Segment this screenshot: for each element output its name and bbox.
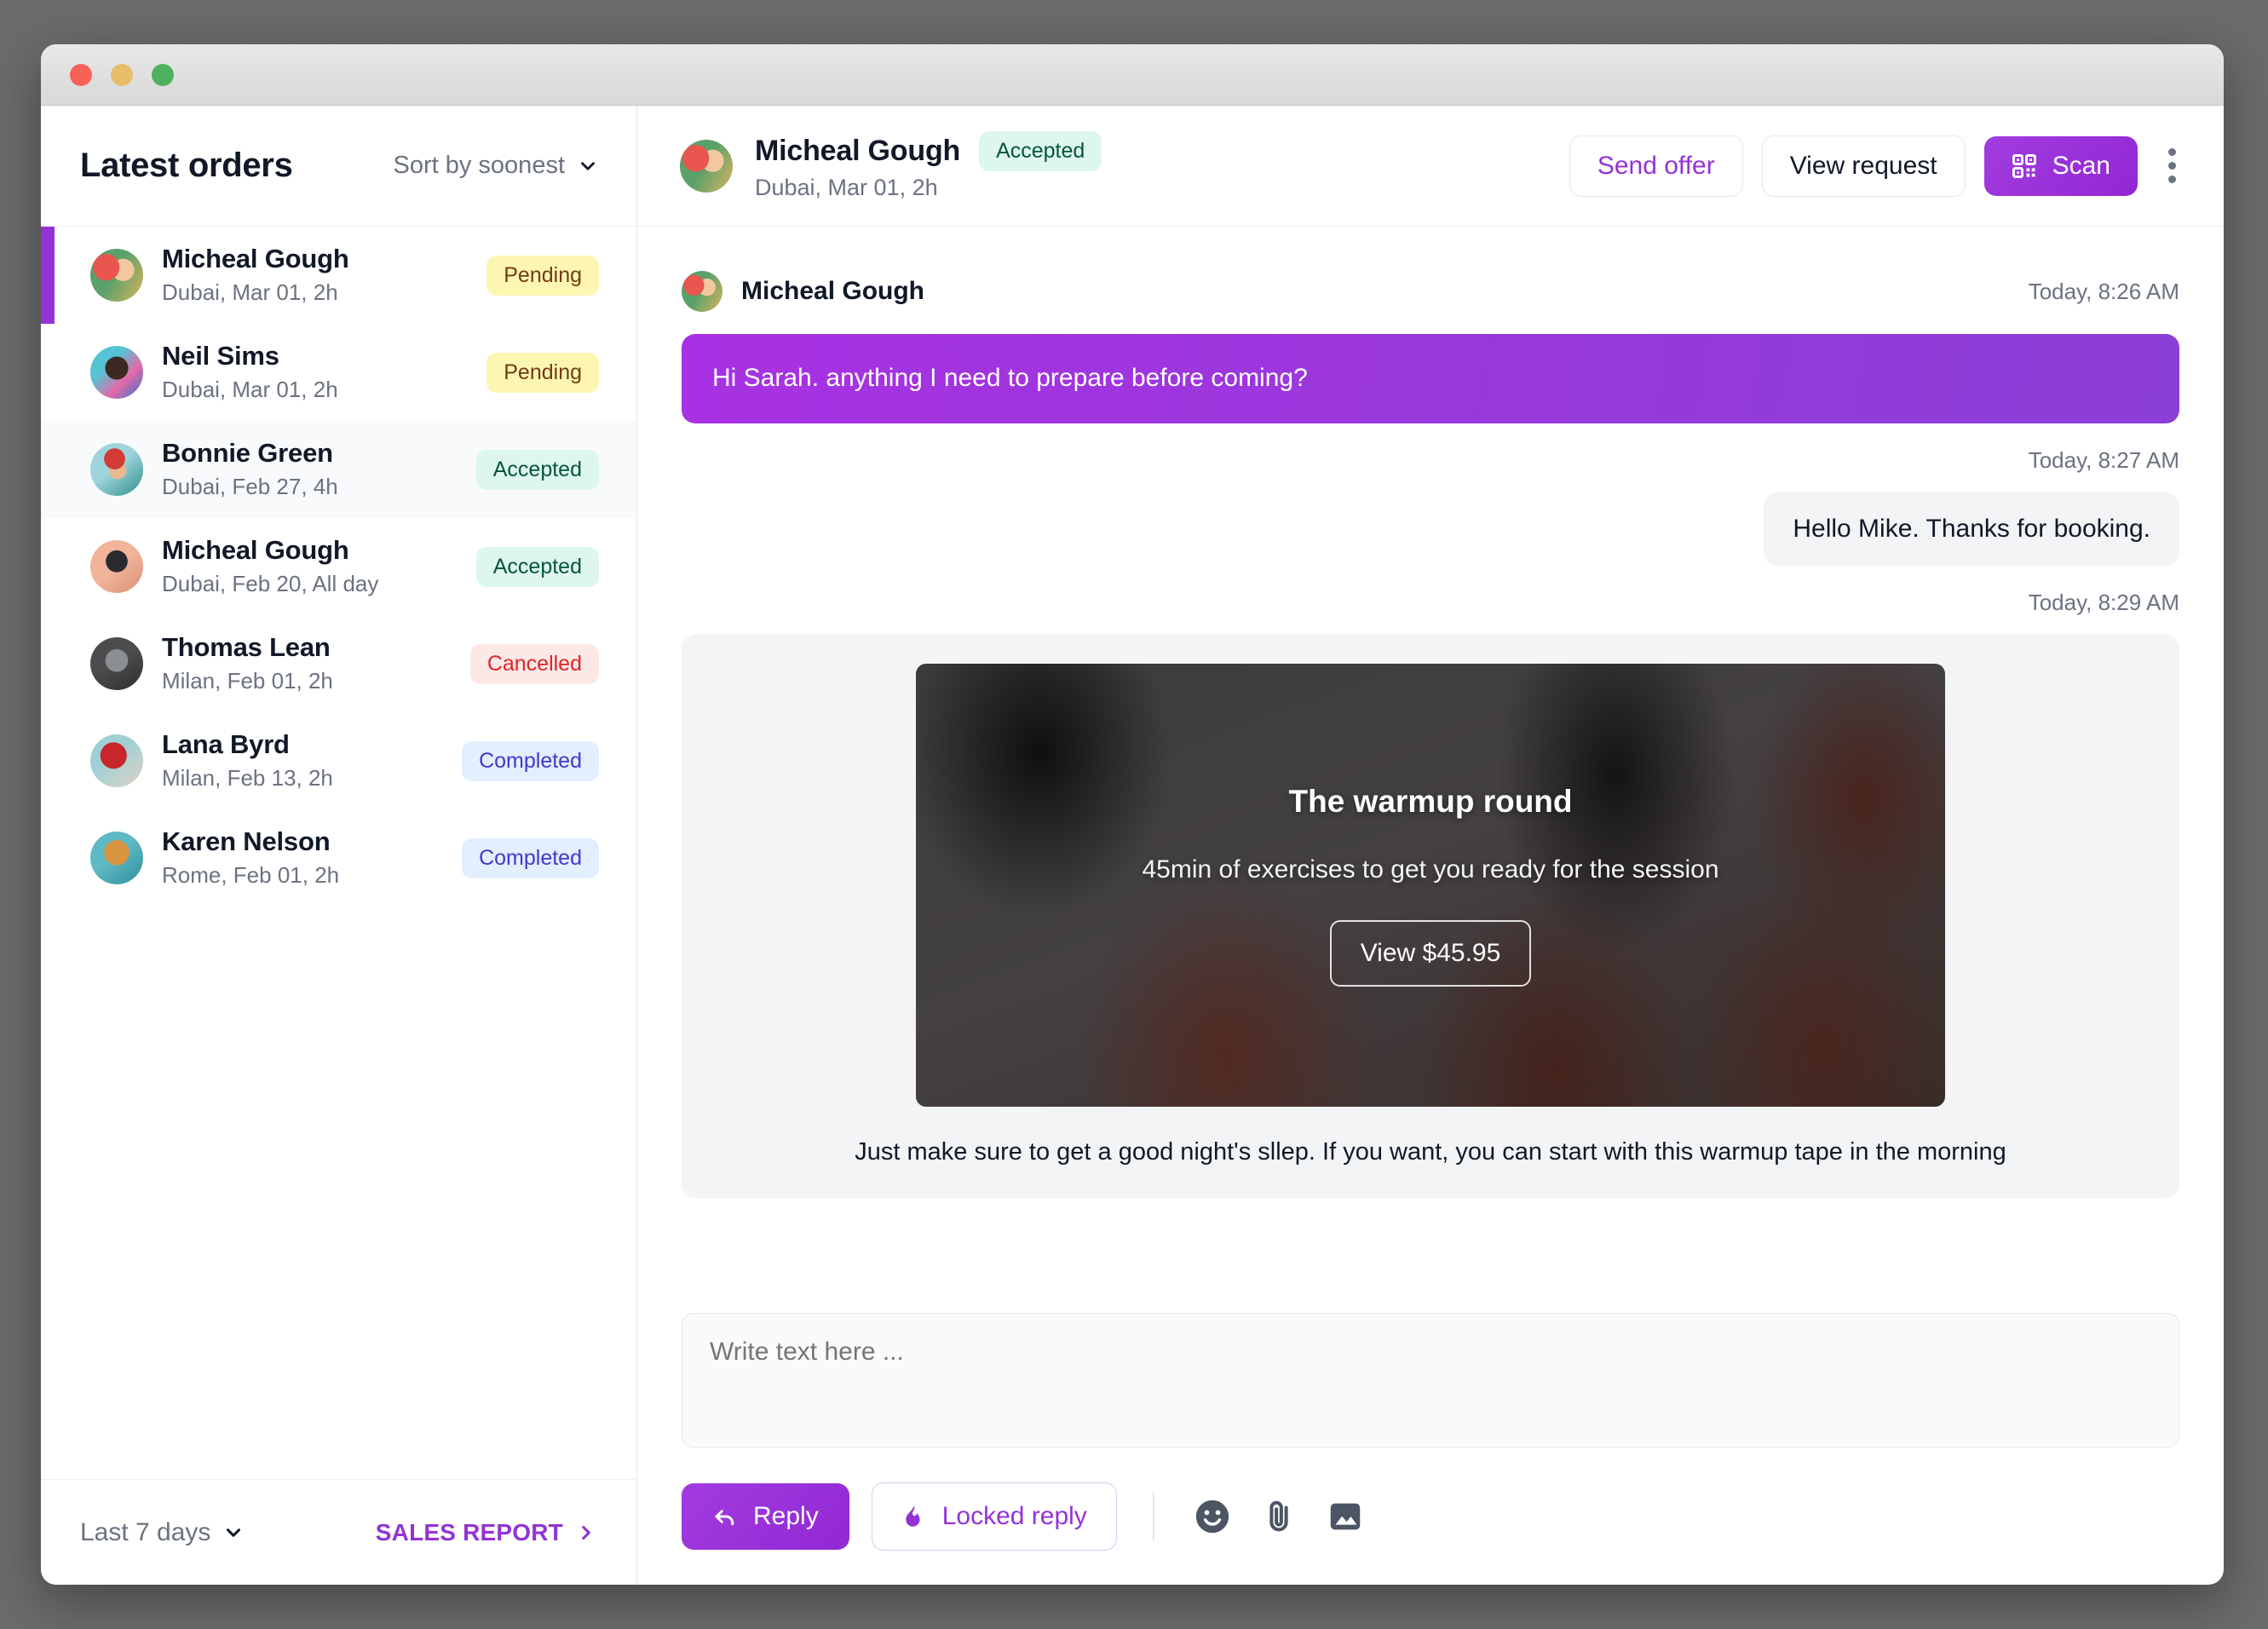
message-thread: Micheal Gough Today, 8:26 AM Hi Sarah. a… xyxy=(637,227,2224,1284)
avatar xyxy=(90,249,143,302)
app-body: Latest orders Sort by soonest Micheal Go… xyxy=(41,106,2224,1585)
offer-card-caption: Just make sure to get a good night's sll… xyxy=(855,1137,2006,1166)
offer-card-subtitle: 45min of exercises to get you ready for … xyxy=(1142,855,1719,884)
view-request-button[interactable]: View request xyxy=(1761,135,1966,197)
chat-contact-name: Micheal Gough xyxy=(755,134,961,167)
chat-header: Micheal Gough Accepted Dubai, Mar 01, 2h… xyxy=(637,106,2224,227)
sales-report-link[interactable]: SALES REPORT xyxy=(376,1519,597,1546)
composer-toolbar: Reply Locked reply xyxy=(637,1452,2224,1585)
message-input[interactable] xyxy=(682,1313,2179,1448)
sort-dropdown-label: Sort by soonest xyxy=(393,152,566,179)
avatar xyxy=(90,734,143,787)
message-sender-name: Micheal Gough xyxy=(741,277,925,305)
order-customer-name: Micheal Gough xyxy=(162,534,349,565)
scan-button-label: Scan xyxy=(2052,151,2110,180)
chevron-right-icon xyxy=(582,1525,590,1540)
status-badge: Pending xyxy=(486,352,599,393)
orders-sidebar: Latest orders Sort by soonest Micheal Go… xyxy=(41,106,637,1585)
order-customer-name: Lana Byrd xyxy=(162,728,290,759)
status-badge: Cancelled xyxy=(469,643,599,684)
avatar xyxy=(682,271,722,312)
order-meta: Dubai, Feb 20, All day xyxy=(162,571,379,597)
sidebar-footer: Last 7 days SALES REPORT xyxy=(41,1479,636,1585)
order-customer-name: Micheal Gough xyxy=(162,243,349,273)
status-badge: Accepted xyxy=(475,546,599,587)
reply-arrow-icon xyxy=(715,1510,734,1526)
minimize-window-button[interactable] xyxy=(111,63,133,86)
order-list-item[interactable]: Neil Sims Dubai, Mar 01, 2h Pending xyxy=(41,324,636,421)
message-timestamp: Today, 8:27 AM xyxy=(2028,446,2179,473)
chevron-down-icon xyxy=(581,161,595,170)
order-list-item[interactable]: Micheal Gough Dubai, Feb 20, All day Accep… xyxy=(41,518,636,615)
reply-button[interactable]: Reply xyxy=(682,1483,849,1550)
offer-card-media: The warmup round 45min of exercises to g… xyxy=(916,663,1945,1107)
order-customer-name: Thomas Lean xyxy=(162,631,331,662)
sidebar-header: Latest orders Sort by soonest xyxy=(41,106,636,227)
avatar xyxy=(90,443,143,496)
app-window: Latest orders Sort by soonest Micheal Go… xyxy=(41,44,2224,1585)
close-window-button[interactable] xyxy=(70,63,92,86)
window-titlebar xyxy=(41,44,2224,106)
orders-list: Micheal Gough Dubai, Mar 01, 2h Pending Nei… xyxy=(41,227,636,1479)
status-badge: Completed xyxy=(462,838,599,878)
order-list-item[interactable]: Bonnie Green Dubai, Feb 27, 4h Accepted xyxy=(41,421,636,518)
maximize-window-button[interactable] xyxy=(152,63,174,86)
reply-button-label: Reply xyxy=(753,1502,819,1530)
chevron-down-icon xyxy=(227,1528,241,1537)
paperclip-icon[interactable] xyxy=(1257,1494,1301,1539)
order-list-item[interactable]: Thomas Lean Milan, Feb 01, 2h Cancelled xyxy=(41,615,636,712)
page-title: Latest orders xyxy=(80,147,293,184)
offer-card: The warmup round 45min of exercises to g… xyxy=(682,634,2179,1198)
send-offer-button[interactable]: Send offer xyxy=(1569,135,1743,197)
date-range-label: Last 7 days xyxy=(80,1517,211,1546)
status-badge: Completed xyxy=(462,740,599,781)
message-sender-row: Micheal Gough Today, 8:26 AM xyxy=(682,271,2179,312)
status-badge: Accepted xyxy=(475,449,599,490)
order-meta: Dubai, Feb 27, 4h xyxy=(162,474,338,500)
toolbar-divider xyxy=(1152,1493,1154,1540)
incoming-message-bubble: Hi Sarah. anything I need to prepare bef… xyxy=(682,334,2179,423)
status-badge: Pending xyxy=(486,255,599,296)
flame-icon xyxy=(905,1505,920,1527)
message-timestamp: Today, 8:29 AM xyxy=(2028,589,2179,615)
message-timestamp: Today, 8:26 AM xyxy=(2028,278,2179,304)
order-list-item[interactable]: Lana Byrd Milan, Feb 13, 2h Completed xyxy=(41,712,636,809)
offer-view-price-button[interactable]: View $45.95 xyxy=(1329,919,1532,987)
order-customer-name: Bonnie Green xyxy=(162,437,333,468)
order-meta: Milan, Feb 01, 2h xyxy=(162,668,333,694)
message-composer xyxy=(637,1284,2224,1452)
kebab-menu-icon[interactable] xyxy=(2156,138,2188,193)
order-customer-name: Neil Sims xyxy=(162,340,279,371)
avatar xyxy=(90,832,143,884)
sort-dropdown[interactable]: Sort by soonest xyxy=(394,152,600,180)
image-icon[interactable] xyxy=(1323,1494,1367,1539)
sales-report-label: SALES REPORT xyxy=(375,1518,563,1546)
order-meta: Dubai, Mar 01, 2h xyxy=(162,377,338,403)
order-customer-name: Karen Nelson xyxy=(162,826,331,856)
emoji-smiley-icon[interactable] xyxy=(1190,1494,1235,1539)
status-badge: Accepted xyxy=(979,130,1102,171)
chat-panel: Micheal Gough Accepted Dubai, Mar 01, 2h… xyxy=(637,106,2224,1585)
avatar xyxy=(680,139,733,193)
chat-contact-meta: Dubai, Mar 01, 2h xyxy=(755,174,938,200)
avatar xyxy=(90,346,143,399)
outgoing-message-bubble: Hello Mike. Thanks for booking. xyxy=(1764,492,2179,566)
chat-header-actions: Send offer View request Scan xyxy=(1569,135,2188,197)
order-meta: Dubai, Mar 01, 2h xyxy=(162,279,338,306)
locked-reply-button-label: Locked reply xyxy=(941,1502,1087,1530)
date-range-dropdown[interactable]: Last 7 days xyxy=(80,1518,245,1547)
qr-code-icon xyxy=(2012,153,2036,178)
scan-button[interactable]: Scan xyxy=(1983,135,2138,196)
avatar xyxy=(90,540,143,593)
order-list-item[interactable]: Karen Nelson Rome, Feb 01, 2h Completed xyxy=(41,809,636,907)
avatar xyxy=(90,637,143,690)
order-list-item[interactable]: Micheal Gough Dubai, Mar 01, 2h Pending xyxy=(41,227,636,324)
order-meta: Milan, Feb 13, 2h xyxy=(162,765,333,791)
locked-reply-button[interactable]: Locked reply xyxy=(871,1482,1117,1551)
offer-card-title: The warmup round xyxy=(1288,783,1573,819)
order-meta: Rome, Feb 01, 2h xyxy=(162,862,340,889)
